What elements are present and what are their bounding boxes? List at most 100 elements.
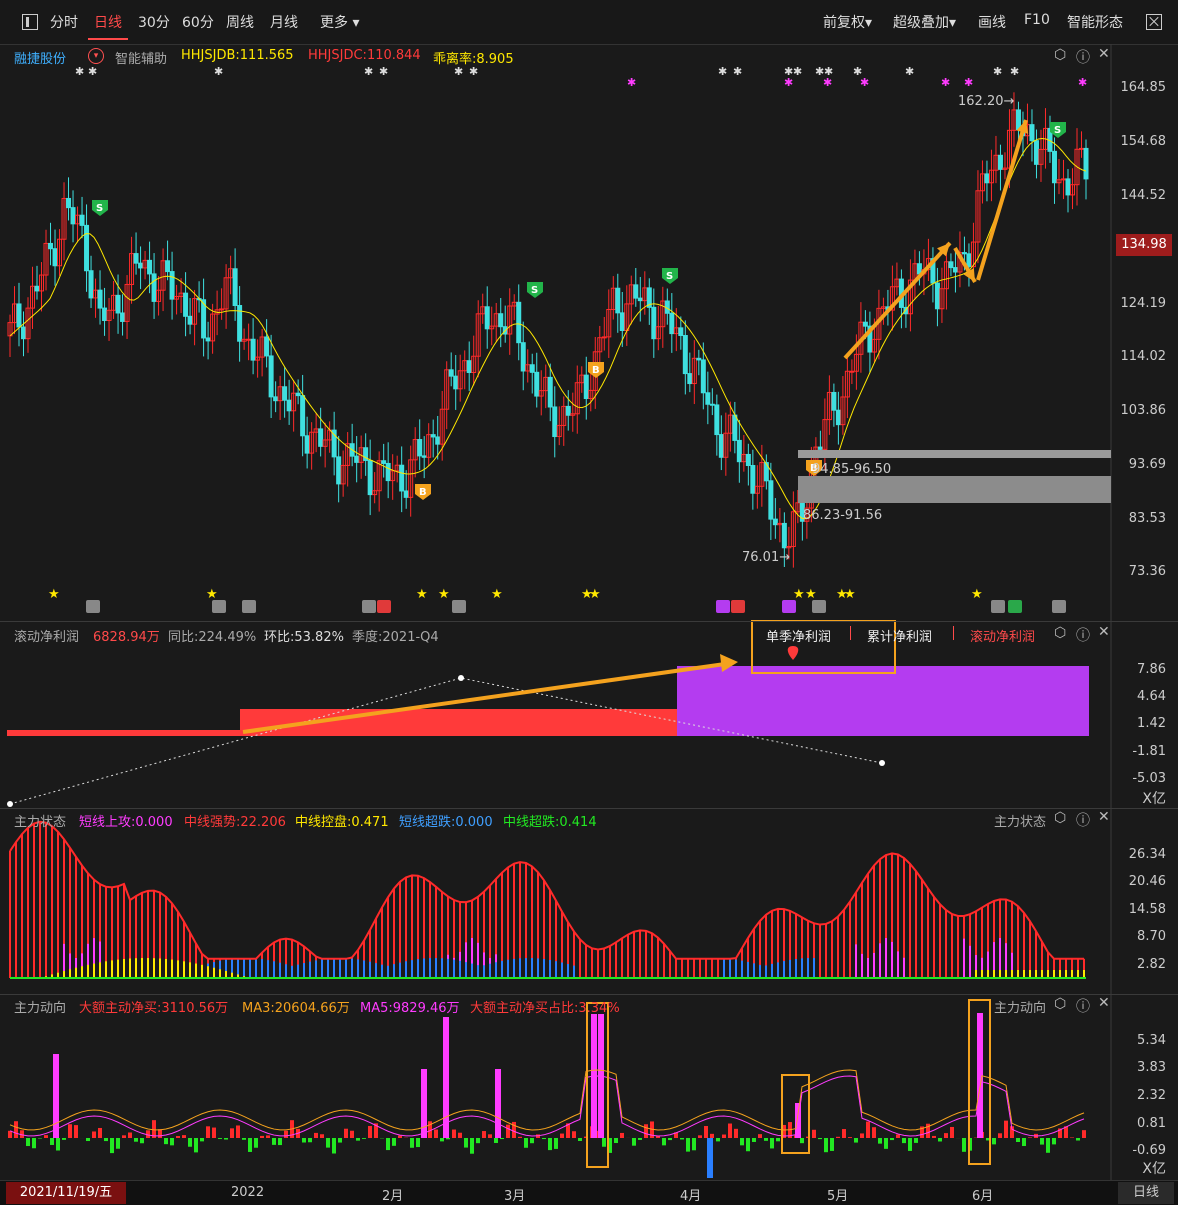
help-icon[interactable]: ⓘ xyxy=(1076,810,1090,830)
flow-bar xyxy=(320,1134,324,1138)
candle-body xyxy=(103,308,107,320)
candle-body xyxy=(1052,151,1056,182)
x-tick: 2022 xyxy=(231,1185,264,1200)
candle-body xyxy=(634,285,638,298)
candle-body xyxy=(418,440,422,456)
close-icon[interactable]: ✕ xyxy=(1098,46,1110,62)
unit-label: X亿 xyxy=(1142,788,1166,808)
flow-bar xyxy=(332,1138,336,1154)
settings-icon[interactable]: ⬡ xyxy=(1054,47,1066,63)
flow-bar xyxy=(356,1138,360,1141)
candle-body xyxy=(485,307,489,329)
flow-bar xyxy=(182,1135,186,1138)
candle-body xyxy=(170,272,174,300)
flow-bar xyxy=(800,1138,804,1143)
y-tick: 0.81 xyxy=(1137,1116,1166,1131)
flow-bar xyxy=(92,1131,96,1138)
flow-bar xyxy=(32,1138,36,1148)
marker-icon: ✱ xyxy=(793,65,802,78)
settings-icon[interactable]: ⬡ xyxy=(1054,996,1066,1012)
state-field-4: 短线超跌:0.000 xyxy=(399,811,493,830)
signal-marker-label: S xyxy=(1054,125,1061,136)
flow-bar xyxy=(614,1138,618,1143)
flow-bar xyxy=(740,1138,744,1145)
flow-bar xyxy=(134,1138,138,1142)
flow-bar xyxy=(902,1138,906,1143)
flow-bar xyxy=(866,1122,870,1138)
candle-body xyxy=(49,243,53,248)
flow-bar xyxy=(860,1133,864,1138)
tab-rolling-profit[interactable]: 滚动净利润 xyxy=(970,626,1035,645)
settings-icon[interactable]: ⬡ xyxy=(1054,810,1066,826)
star-icon: ★ xyxy=(416,587,428,602)
help-icon[interactable]: ⓘ xyxy=(1076,625,1090,645)
help-icon[interactable]: ⓘ xyxy=(1076,996,1090,1016)
flow-bar xyxy=(368,1126,372,1138)
signal-badge xyxy=(452,600,466,613)
flow-bar xyxy=(218,1138,222,1139)
candle-body xyxy=(220,309,224,310)
flow-bar xyxy=(554,1138,558,1149)
profit-qoq: 环比:53.82% xyxy=(264,626,344,645)
candle-body xyxy=(683,336,687,374)
candle-body xyxy=(620,313,624,331)
flow-bar xyxy=(14,1121,18,1138)
flow-bar xyxy=(98,1128,102,1138)
flow-bar xyxy=(632,1138,636,1146)
indicator-jdb: HHJSJDB:111.565 xyxy=(181,48,294,63)
flow-bar xyxy=(848,1137,852,1138)
flow-bar xyxy=(884,1138,888,1149)
flow-bar xyxy=(122,1135,126,1138)
y-tick: 8.70 xyxy=(1137,929,1166,944)
flow-bar xyxy=(254,1138,258,1148)
marker-icon: ✱ xyxy=(860,76,869,89)
candle-body xyxy=(400,465,404,491)
flow-bar xyxy=(188,1138,192,1147)
close-icon[interactable]: ✕ xyxy=(1098,624,1110,640)
flow-bar xyxy=(722,1135,726,1138)
flow-bar xyxy=(482,1131,486,1138)
marker-icon: ✱ xyxy=(627,76,636,89)
marker-icon: ✱ xyxy=(941,76,950,89)
candle-body xyxy=(337,457,341,484)
close-icon[interactable]: ✕ xyxy=(1098,995,1110,1011)
tab-quarterly-profit[interactable]: 单季净利润 xyxy=(766,626,831,645)
flow-bar xyxy=(200,1138,204,1141)
candle-body xyxy=(566,406,570,415)
flow-bar xyxy=(50,1138,54,1145)
flow-bar-magenta xyxy=(53,1054,59,1138)
flow-bar xyxy=(698,1135,702,1138)
close-icon[interactable]: ✕ xyxy=(1098,809,1110,825)
stock-name[interactable]: 融捷股份 xyxy=(14,48,66,67)
star-icon: ★ xyxy=(844,587,856,602)
marker-icon: ✱ xyxy=(733,65,742,78)
flow-bar xyxy=(272,1138,276,1145)
y-tick: 114.02 xyxy=(1121,349,1167,364)
flow-bar xyxy=(1052,1138,1056,1144)
flow-bar xyxy=(110,1138,114,1153)
candle-body xyxy=(71,208,75,224)
zone-label-upper: 94.85-96.50 xyxy=(812,462,891,477)
flow-bar xyxy=(206,1126,210,1138)
candle-body xyxy=(616,288,620,313)
help-icon[interactable]: ⓘ xyxy=(1076,47,1090,67)
flow-bar xyxy=(524,1138,528,1148)
tab-cumulative-profit[interactable]: 累计净利润 xyxy=(867,626,932,645)
chevron-down-icon[interactable]: ▾ xyxy=(88,48,104,64)
candle-body xyxy=(404,491,408,497)
flow-bar xyxy=(704,1126,708,1138)
indicator-bias: 乖离率:8.905 xyxy=(433,48,514,67)
current-price-badge: 134.98 xyxy=(1116,234,1172,256)
signal-badge xyxy=(377,600,391,613)
signal-badge xyxy=(212,600,226,613)
settings-icon[interactable]: ⬡ xyxy=(1054,625,1066,641)
candle-body xyxy=(269,356,273,397)
candle-body xyxy=(301,396,305,436)
flow-bar xyxy=(908,1138,912,1151)
signal-badge xyxy=(812,600,826,613)
period-indicator[interactable]: 日线 xyxy=(1118,1182,1174,1204)
y-tick: 103.86 xyxy=(1121,403,1167,418)
flow-bar xyxy=(1028,1137,1032,1138)
candle-body xyxy=(499,314,503,327)
candle-body xyxy=(998,155,1002,169)
